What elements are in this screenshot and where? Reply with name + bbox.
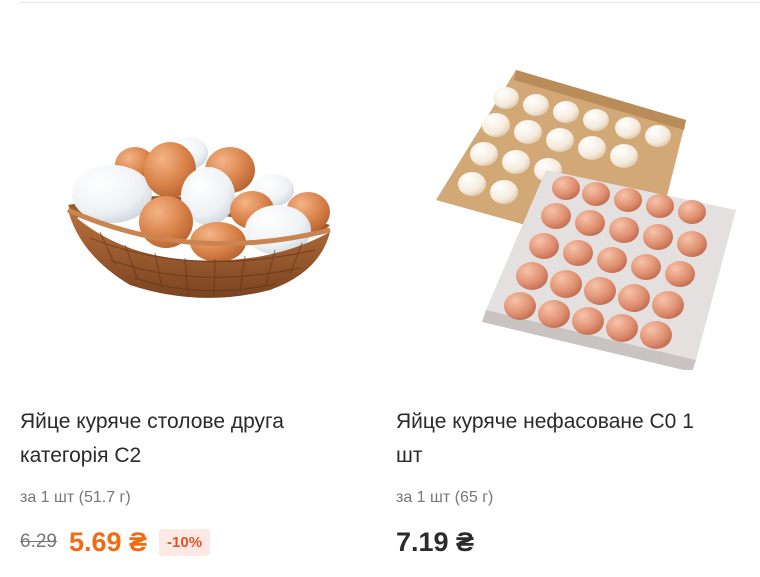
- old-price: 6.29: [20, 531, 57, 552]
- product-image[interactable]: [396, 60, 736, 372]
- unit-weight: за 1 шт (65 г): [396, 489, 494, 506]
- discount-badge: -10%: [159, 528, 211, 556]
- product-title[interactable]: Яйце куряче столове друга категорія С2: [20, 405, 350, 473]
- product-card[interactable]: Яйце куряче столове друга категорія С2 з…: [0, 0, 360, 577]
- product-card[interactable]: Яйце куряче нефасоване С0 1 шт за 1 шт (…: [376, 0, 736, 577]
- current-price: 5.69 ₴: [68, 526, 148, 557]
- price-row: 6.29 5.69 ₴ -10%: [20, 524, 211, 560]
- product-title[interactable]: Яйце куряче нефасоване С0 1 шт: [396, 405, 726, 473]
- price-row: 7.19 ₴: [396, 524, 486, 560]
- eggs-in-basket-icon: [66, 137, 331, 298]
- product-image[interactable]: [20, 60, 360, 370]
- current-price: 7.19 ₴: [396, 526, 475, 557]
- eggs-in-trays-icon: [436, 70, 736, 372]
- unit-weight: за 1 шт (51.7 г): [20, 489, 131, 506]
